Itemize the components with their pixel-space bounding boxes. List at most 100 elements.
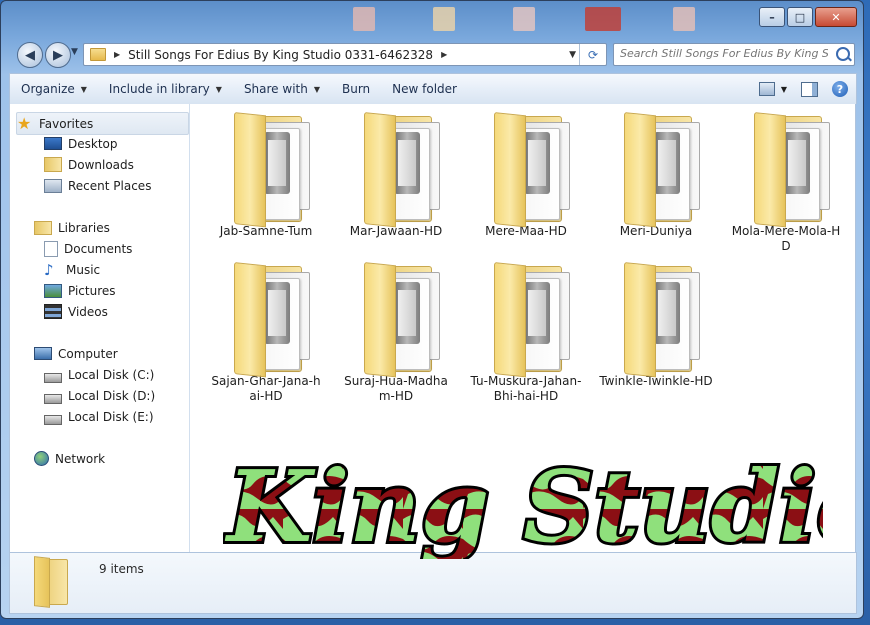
system-drive-icon <box>44 372 62 383</box>
folder-item[interactable]: Mere-Maa-HD <box>466 112 586 239</box>
refresh-button[interactable]: ⟳ <box>579 44 606 65</box>
maximize-button[interactable]: □ <box>787 7 813 27</box>
sidebar-item-videos[interactable]: Videos <box>44 301 108 322</box>
folder-name[interactable]: Mar-Jawaan-HD <box>336 224 456 239</box>
preview-pane-icon[interactable] <box>801 81 818 97</box>
sidebar-item-label: Videos <box>68 304 108 319</box>
star-icon: ★ <box>17 113 32 133</box>
back-arrow-icon: ◀ <box>25 47 35 63</box>
sidebar-item-label: Favorites <box>39 116 94 131</box>
search-icon[interactable] <box>836 47 850 61</box>
new-folder-label: New folder <box>392 82 457 96</box>
folder-name[interactable]: Meri-Duniya <box>596 224 716 239</box>
video-folder-icon <box>336 262 456 378</box>
address-bar[interactable]: ▶ Still Songs For Edius By King Studio 0… <box>83 43 607 66</box>
close-button[interactable]: ✕ <box>815 7 857 27</box>
videos-icon <box>44 304 62 319</box>
forward-button[interactable]: ▶ <box>45 42 71 68</box>
folder-item[interactable]: Sajan-Ghar-Jana-hai-HD <box>206 262 326 404</box>
breadcrumb-chevron-icon[interactable]: ▶ <box>114 50 120 59</box>
folder-icon <box>34 555 68 608</box>
sidebar-item-drive-c[interactable]: Local Disk (C:) <box>44 364 154 385</box>
video-folder-icon <box>596 112 716 228</box>
share-with-menu[interactable]: Share with ▼ <box>233 74 331 104</box>
desktop-icon <box>44 137 62 150</box>
folder-item[interactable]: Twinkle-Twinkle-HD <box>596 262 716 389</box>
sidebar-item-desktop[interactable]: Desktop <box>44 133 118 154</box>
file-list[interactable]: Jab-Samne-Tum Mar-Jawaan-HD Mere-Maa-HD … <box>190 104 856 552</box>
breadcrumb-chevron-icon[interactable]: ▶ <box>441 50 447 59</box>
folder-name[interactable]: Mola-Mere-Mola-HD <box>726 224 846 254</box>
sidebar-item-music[interactable]: ♪ Music <box>44 259 100 280</box>
organize-label: Organize <box>21 82 75 96</box>
help-icon[interactable]: ? <box>832 81 848 97</box>
address-row: ◀ ▶ ▼ ▶ Still Songs For Edius By King St… <box>1 39 863 69</box>
downloads-icon <box>44 157 62 172</box>
folder-item[interactable]: Mola-Mere-Mola-HD <box>726 112 846 254</box>
folder-name[interactable]: Tu-Muskura-Jahan-Bhi-hai-HD <box>466 374 586 404</box>
title-bar[interactable]: – □ ✕ <box>1 1 863 37</box>
video-folder-icon <box>206 262 326 378</box>
folder-item[interactable]: Tu-Muskura-Jahan-Bhi-hai-HD <box>466 262 586 404</box>
video-folder-icon <box>466 262 586 378</box>
new-folder-button[interactable]: New folder <box>381 74 468 104</box>
sidebar-item-computer[interactable]: Computer <box>34 343 118 364</box>
sidebar-item-label: Music <box>66 262 101 277</box>
video-folder-icon <box>726 112 846 228</box>
sidebar-item-favorites[interactable]: ★ Favorites <box>16 112 189 135</box>
folder-name[interactable]: Suraj-Hua-Madham-HD <box>336 374 456 404</box>
video-folder-icon <box>596 262 716 378</box>
sidebar-item-drive-d[interactable]: Local Disk (D:) <box>44 385 155 406</box>
folder-name[interactable]: Twinkle-Twinkle-HD <box>596 374 716 389</box>
folder-item[interactable]: Meri-Duniya <box>596 112 716 239</box>
sidebar-item-pictures[interactable]: Pictures <box>44 280 116 301</box>
music-icon: ♪ <box>44 260 54 279</box>
share-with-label: Share with <box>243 82 308 96</box>
sidebar-item-label: Recent Places <box>68 178 152 193</box>
view-options-dropdown-icon[interactable]: ▼ <box>781 85 787 94</box>
sidebar-item-label: Computer <box>58 346 118 361</box>
desktop-icon-ghost <box>353 7 375 31</box>
explorer-window: – □ ✕ ◀ ▶ ▼ ▶ Still Songs For Edius By K… <box>0 0 864 619</box>
sidebar-item-recent-places[interactable]: Recent Places <box>44 175 151 196</box>
search-input[interactable] <box>614 44 828 63</box>
sidebar-item-network[interactable]: Network <box>34 448 105 469</box>
folder-name[interactable]: Sajan-Ghar-Jana-hai-HD <box>206 374 326 404</box>
address-path[interactable]: Still Songs For Edius By King Studio 033… <box>128 48 433 62</box>
hard-drive-icon <box>44 393 62 404</box>
desktop-icon-ghost <box>433 7 455 31</box>
chevron-down-icon: ▼ <box>215 84 222 94</box>
folder-name[interactable]: Jab-Samne-Tum <box>206 224 326 239</box>
change-view-icon[interactable] <box>758 82 775 96</box>
burn-button[interactable]: Burn <box>331 74 381 104</box>
command-toolbar: Organize ▼ Include in library ▼ Share with… <box>9 73 857 104</box>
organize-menu[interactable]: Organize ▼ <box>10 74 98 104</box>
video-folder-icon <box>206 112 326 228</box>
folder-item[interactable]: Mar-Jawaan-HD <box>336 112 456 239</box>
video-folder-icon <box>336 112 456 228</box>
sidebar-item-label: Libraries <box>58 220 110 235</box>
sidebar-item-libraries[interactable]: Libraries <box>34 217 110 238</box>
search-box[interactable] <box>613 43 855 66</box>
forward-arrow-icon: ▶ <box>53 47 63 63</box>
sidebar-item-label: Network <box>55 451 106 466</box>
recent-places-icon <box>44 178 62 193</box>
recent-pages-dropdown[interactable]: ▼ <box>71 47 78 57</box>
sidebar-item-label: Local Disk (C:) <box>68 367 155 382</box>
include-in-library-label: Include in library <box>108 82 210 96</box>
sidebar-item-drive-e[interactable]: Local Disk (E:) <box>44 406 154 427</box>
sidebar-item-downloads[interactable]: Downloads <box>44 154 134 175</box>
address-dropdown-icon[interactable]: ▼ <box>569 50 576 60</box>
back-button[interactable]: ◀ <box>17 42 43 68</box>
include-in-library-menu[interactable]: Include in library ▼ <box>98 74 233 104</box>
sidebar-item-documents[interactable]: Documents <box>44 238 132 259</box>
video-folder-icon <box>466 112 586 228</box>
sidebar-item-label: Desktop <box>68 136 118 151</box>
network-icon <box>34 451 49 466</box>
folder-item[interactable]: Jab-Samne-Tum <box>206 112 326 239</box>
folder-name[interactable]: Mere-Maa-HD <box>466 224 586 239</box>
folder-icon <box>90 48 106 61</box>
minimize-button[interactable]: – <box>759 7 785 27</box>
computer-icon <box>34 347 52 360</box>
folder-item[interactable]: Suraj-Hua-Madham-HD <box>336 262 456 404</box>
